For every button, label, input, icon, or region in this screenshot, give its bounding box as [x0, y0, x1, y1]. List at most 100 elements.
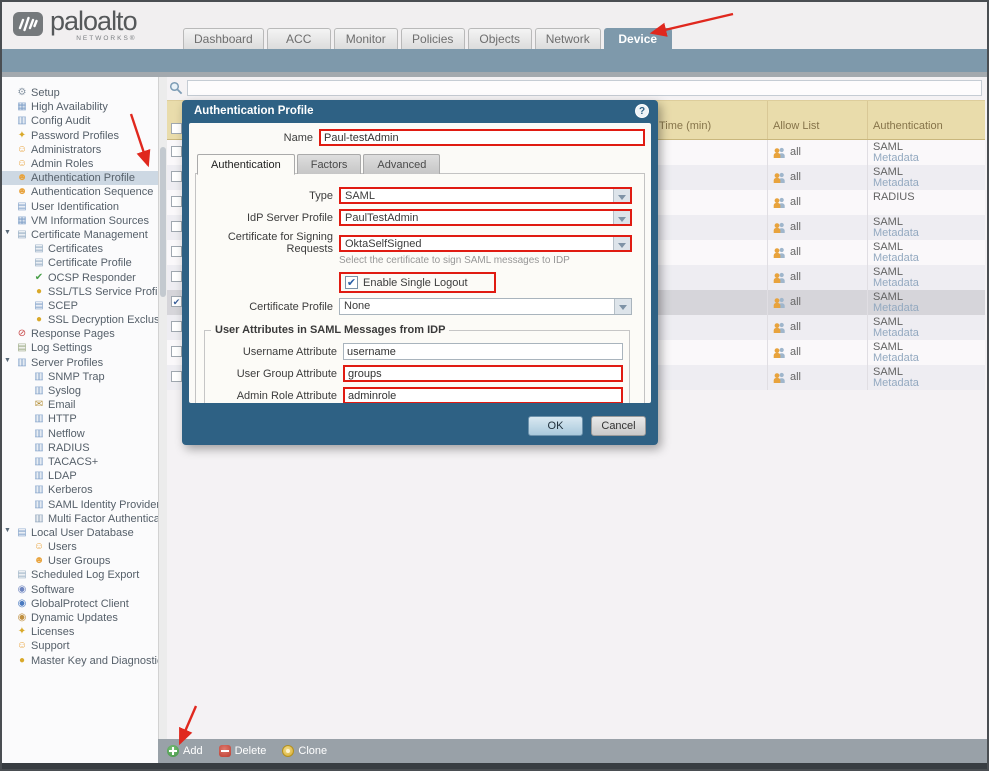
sidebar-tree-item[interactable]: ▤ Scheduled Log Export — [2, 568, 158, 582]
nav-tab[interactable]: ACC — [267, 28, 331, 49]
sidebar-tree-item[interactable]: ▥ Netflow — [2, 427, 158, 441]
sidebar-tree-item[interactable]: ☺ Administrators — [2, 143, 158, 157]
tree-item-icon: ◉ — [16, 585, 28, 595]
sidebar-tree-item[interactable]: ● Master Key and Diagnostics — [2, 654, 158, 668]
auth-type: RADIUS — [873, 192, 915, 203]
clone-button[interactable]: Clone — [282, 745, 327, 757]
sidebar-tree-item[interactable]: ✉ Email — [2, 398, 158, 412]
sidebar-tree-item[interactable]: ☻ Authentication Sequence — [2, 185, 158, 199]
dialog-tab[interactable]: Advanced — [363, 154, 440, 174]
sidebar-tree-item[interactable]: ▥ Kerberos — [2, 483, 158, 497]
dialog-tab[interactable]: Factors — [297, 154, 362, 174]
sidebar-tree-item[interactable]: ▥ Syslog — [2, 384, 158, 398]
sidebar-tree-item[interactable]: ▥ SAML Identity Provider — [2, 497, 158, 511]
sidebar-tree-item[interactable]: ▤ Certificates — [2, 242, 158, 256]
metadata-link[interactable]: Metadata — [873, 178, 919, 189]
sidebar-tree-item[interactable]: ▦ High Availability — [2, 100, 158, 114]
search-input[interactable] — [187, 80, 982, 96]
metadata-link[interactable]: Metadata — [873, 253, 919, 264]
type-select[interactable]: SAML — [339, 187, 632, 204]
scrollbar-thumb[interactable] — [160, 147, 166, 297]
name-input[interactable] — [319, 129, 645, 146]
idp-server-profile-select[interactable]: PaulTestAdmin — [339, 209, 632, 226]
dialog-title-bar[interactable]: Authentication Profile ? — [182, 100, 658, 122]
column-header-allow-list[interactable]: Allow List — [773, 120, 819, 132]
sidebar-tree-item[interactable]: ✔ OCSP Responder — [2, 270, 158, 284]
delete-button[interactable]: Delete — [219, 745, 267, 757]
row-checkbox[interactable] — [171, 146, 182, 157]
user-group-attribute-input[interactable] — [343, 365, 623, 382]
sidebar-tree-item[interactable]: ▥ TACACS+ — [2, 455, 158, 469]
sidebar-tree-item[interactable]: ▥ Config Audit — [2, 114, 158, 128]
cancel-button[interactable]: Cancel — [591, 416, 646, 436]
row-checkbox[interactable] — [171, 221, 182, 232]
metadata-link[interactable]: Metadata — [873, 228, 919, 239]
nav-tab[interactable]: Device — [604, 28, 672, 49]
tree-expand-icon[interactable]: ▼ — [4, 527, 11, 534]
sidebar-tree-item[interactable]: ▥ LDAP — [2, 469, 158, 483]
sidebar-tree-item[interactable]: ◉ Software — [2, 583, 158, 597]
sidebar-tree-item[interactable]: ☺ Support — [2, 639, 158, 653]
nav-tab[interactable]: Monitor — [334, 28, 398, 49]
sidebar-tree-item[interactable]: ⚙ Setup — [2, 86, 158, 100]
select-all-checkbox[interactable] — [171, 123, 182, 134]
sidebar-tree-item[interactable]: ⊘ Response Pages — [2, 327, 158, 341]
nav-tab[interactable]: Policies — [401, 28, 465, 49]
sidebar-tree-item[interactable]: ● SSL/TLS Service Profile — [2, 285, 158, 299]
row-checkbox[interactable] — [171, 171, 182, 182]
metadata-link[interactable]: Metadata — [873, 378, 919, 389]
column-header-authentication[interactable]: Authentication — [873, 120, 943, 132]
sidebar-tree-item[interactable]: ▥ HTTP — [2, 412, 158, 426]
dialog-tab[interactable]: Authentication — [197, 154, 295, 175]
logo-subtext: NETWORKS® — [50, 36, 137, 43]
username-attribute-input[interactable] — [343, 343, 623, 360]
column-header-lockout-time[interactable]: Time (min) — [659, 120, 711, 132]
nav-tab[interactable]: Dashboard — [183, 28, 264, 49]
tree-expand-icon[interactable]: ▼ — [4, 229, 11, 236]
sidebar-tree-item[interactable]: ▼ ▤ Certificate Management — [2, 228, 158, 242]
sidebar-tree-item[interactable]: ▤ Log Settings — [2, 341, 158, 355]
tree-item-label: Netflow — [48, 428, 85, 440]
admin-role-attribute-input[interactable] — [343, 387, 623, 403]
certificate-signing-select[interactable]: OktaSelfSigned — [339, 235, 632, 252]
sidebar-tree-item[interactable]: ▥ Multi Factor Authentication — [2, 512, 158, 526]
row-checkbox[interactable] — [171, 246, 182, 257]
sidebar-scrollbar[interactable] — [158, 77, 167, 763]
sidebar-tree-item[interactable]: ▦ VM Information Sources — [2, 214, 158, 228]
metadata-link[interactable]: Metadata — [873, 153, 919, 164]
row-checkbox[interactable]: ✔ — [171, 296, 182, 307]
sidebar-tree-item[interactable]: ▤ User Identification — [2, 200, 158, 214]
metadata-link[interactable]: Metadata — [873, 278, 919, 289]
sidebar-tree-item[interactable]: ✦ Licenses — [2, 625, 158, 639]
help-icon[interactable]: ? — [635, 104, 649, 118]
ok-button[interactable]: OK — [528, 416, 583, 436]
sidebar-tree-item[interactable]: ▼ ▤ Local User Database — [2, 526, 158, 540]
sidebar-tree-item[interactable]: ● SSL Decryption Exclusion — [2, 313, 158, 327]
sidebar-tree-item[interactable]: ☺ Users — [2, 540, 158, 554]
metadata-link[interactable]: Metadata — [873, 328, 919, 339]
metadata-link[interactable]: Metadata — [873, 303, 919, 314]
sidebar-tree-item[interactable]: ◉ Dynamic Updates — [2, 611, 158, 625]
row-checkbox[interactable] — [171, 321, 182, 332]
sidebar-tree-item[interactable]: ▤ Certificate Profile — [2, 256, 158, 270]
sidebar-tree-item[interactable]: ✦ Password Profiles — [2, 129, 158, 143]
row-checkbox[interactable] — [171, 346, 182, 357]
sidebar-tree-item[interactable]: ▥ SNMP Trap — [2, 370, 158, 384]
sidebar-tree-item[interactable]: ▥ RADIUS — [2, 441, 158, 455]
sidebar-tree-item[interactable]: ☻ Authentication Profile — [2, 171, 158, 185]
certificate-profile-select[interactable]: None — [339, 298, 632, 315]
add-button[interactable]: Add — [167, 745, 203, 757]
sidebar-tree-item[interactable]: ◉ GlobalProtect Client — [2, 597, 158, 611]
nav-tab[interactable]: Objects — [468, 28, 532, 49]
row-checkbox[interactable] — [171, 271, 182, 282]
sidebar-tree-item[interactable]: ☺ Admin Roles — [2, 157, 158, 171]
sidebar-tree-item[interactable]: ▤ SCEP — [2, 299, 158, 313]
row-checkbox[interactable] — [171, 371, 182, 382]
sidebar-tree-item[interactable]: ▼ ▥ Server Profiles — [2, 356, 158, 370]
metadata-link[interactable]: Metadata — [873, 353, 919, 364]
sidebar-tree-item[interactable]: ☻ User Groups — [2, 554, 158, 568]
tree-expand-icon[interactable]: ▼ — [4, 357, 11, 364]
nav-tab[interactable]: Network — [535, 28, 601, 49]
single-logout-checkbox[interactable]: ✔ — [345, 276, 358, 289]
row-checkbox[interactable] — [171, 196, 182, 207]
